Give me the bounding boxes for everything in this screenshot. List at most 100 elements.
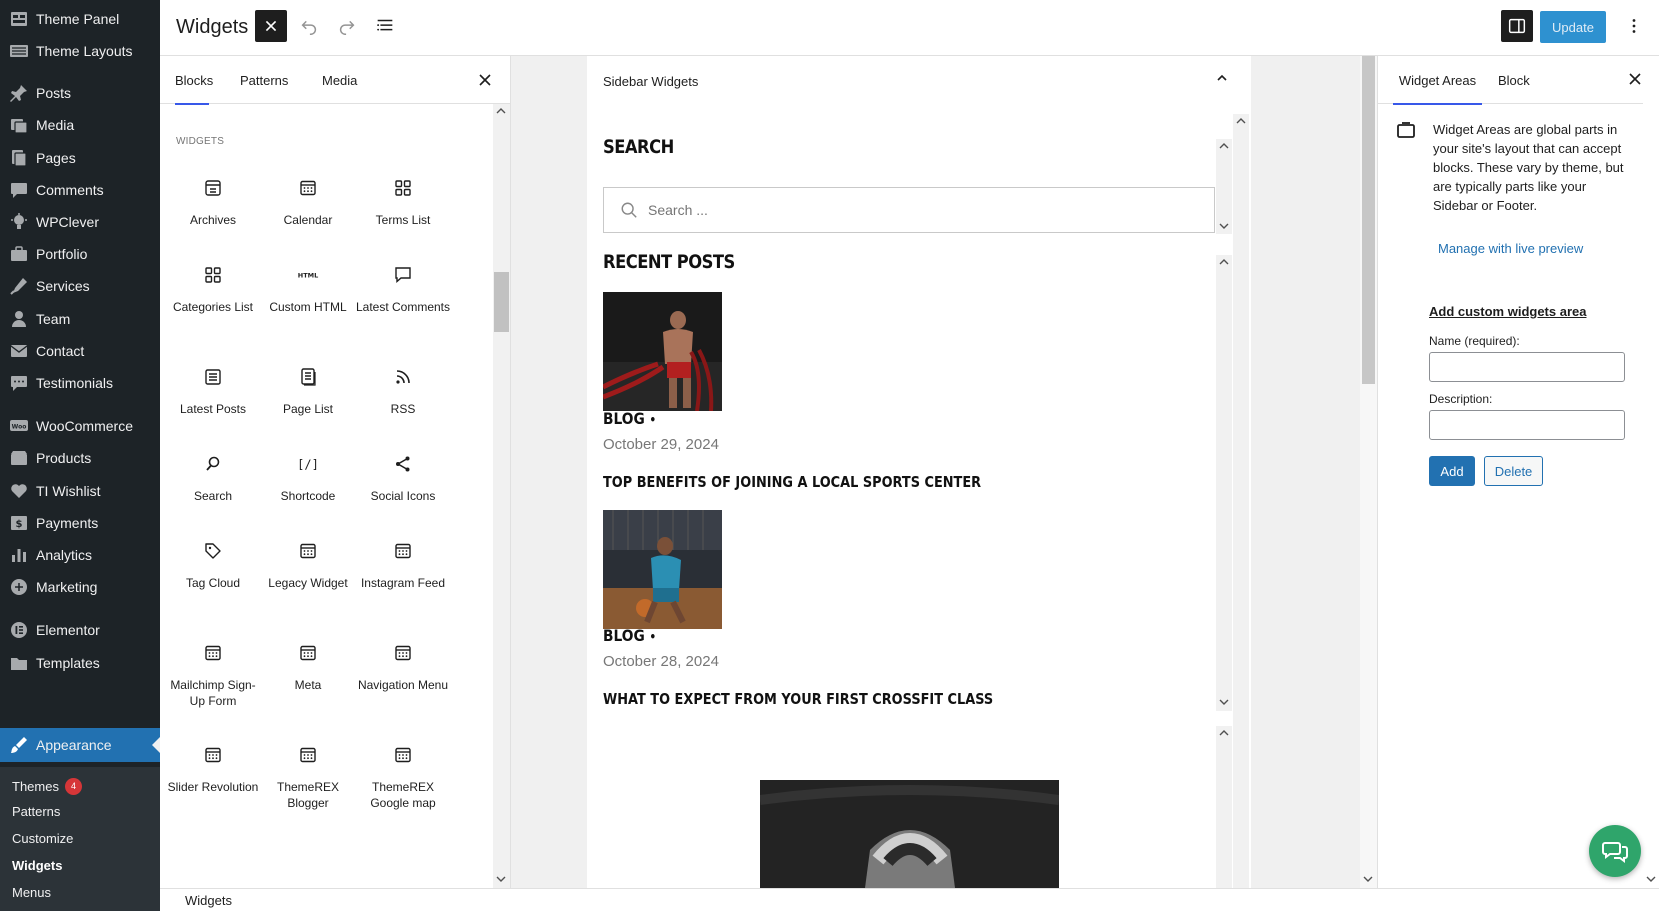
close-inserter-panel-button[interactable] <box>473 68 497 92</box>
archive-icon <box>201 176 225 200</box>
post-title[interactable]: TOP BENEFITS OF JOINING A LOCAL SPORTS C… <box>603 473 981 491</box>
post-category[interactable]: BLOG • <box>603 409 656 428</box>
block-label: Search <box>193 489 233 503</box>
menu-item-marketing[interactable]: Marketing <box>0 572 160 602</box>
close-inserter-button[interactable] <box>255 10 287 42</box>
block-latest-posts[interactable]: Latest Posts <box>163 357 263 443</box>
tab-patterns[interactable]: Patterns <box>240 56 288 104</box>
menu-item-analytics[interactable]: Analytics <box>0 540 160 570</box>
menu-item-posts[interactable]: Posts <box>0 78 160 108</box>
block-latest-comments[interactable]: Latest Comments <box>353 255 453 341</box>
menu-item-products[interactable]: Products <box>0 443 160 473</box>
block-archives[interactable]: Archives <box>163 168 263 254</box>
area-description-field[interactable] <box>1429 410 1625 440</box>
menu-item-elementor[interactable]: Elementor <box>0 615 160 645</box>
block-page-list[interactable]: Page List <box>258 357 358 443</box>
search-widget-box[interactable] <box>603 187 1215 233</box>
submenu-item-themes[interactable]: Themes 4 <box>12 778 82 795</box>
woocommerce-icon: Woo <box>0 416 36 436</box>
add-button[interactable]: Add <box>1429 456 1475 486</box>
menu-item-templates[interactable]: Templates <box>0 648 160 678</box>
menu-item-wpclever[interactable]: WPClever <box>0 207 160 237</box>
submenu-item-patterns[interactable]: Patterns <box>12 804 60 819</box>
block-themerex-google-map[interactable]: ThemeREX Google map <box>353 735 453 821</box>
submenu-item-customize[interactable]: Customize <box>12 831 73 846</box>
recent-posts-scrollbar[interactable] <box>1216 255 1232 711</box>
menu-item-ti-wishlist[interactable]: TI Wishlist <box>0 476 160 506</box>
scroll-up-arrow[interactable] <box>493 104 509 118</box>
menu-item-team[interactable]: Team <box>0 304 160 334</box>
menu-item-services[interactable]: Services <box>0 271 160 301</box>
block-custom-html[interactable]: HTML Custom HTML <box>258 255 358 341</box>
canvas-scrollbar[interactable] <box>1360 56 1377 888</box>
menu-item-appearance[interactable]: Appearance <box>0 728 160 762</box>
menu-item-theme-panel[interactable]: Theme Panel <box>0 4 160 34</box>
post-category[interactable]: BLOG • <box>603 626 656 645</box>
submenu-item-menus[interactable]: Menus <box>12 885 51 900</box>
menu-item-comments[interactable]: Comments <box>0 175 160 205</box>
block-rss[interactable]: RSS <box>353 357 453 443</box>
block-terms-list[interactable]: Terms List <box>353 168 453 254</box>
block-shortcode[interactable]: [/] Shortcode <box>258 444 358 530</box>
block-label: Terms List <box>375 213 431 227</box>
submenu-item-label: Patterns <box>12 804 61 819</box>
menu-item-portfolio[interactable]: Portfolio <box>0 239 160 269</box>
menu-item-label: Posts <box>36 85 72 101</box>
options-menu-button[interactable] <box>1618 10 1650 42</box>
list-view-button[interactable] <box>369 10 401 42</box>
inserter-scrollbar[interactable] <box>493 104 510 888</box>
search-input[interactable] <box>648 202 1168 218</box>
block-social-icons[interactable]: Social Icons <box>353 444 453 530</box>
menu-item-payments[interactable]: $ Payments <box>0 508 160 538</box>
comment-icon <box>391 263 415 287</box>
settings-toggle-button[interactable] <box>1501 10 1533 42</box>
manage-live-preview-link[interactable]: Manage with live preview <box>1438 241 1583 256</box>
admin-sidebar: Theme Panel Theme Layouts Posts Media Pages C… <box>0 0 160 911</box>
tab-widget-areas[interactable]: Widget Areas <box>1393 56 1482 105</box>
image-widget-scrollbar[interactable] <box>1216 726 1232 888</box>
svg-text:[/]: [/] <box>297 458 319 472</box>
canvas-scroll-thumb[interactable] <box>1362 56 1375 384</box>
block-instagram-feed[interactable]: Instagram Feed <box>353 531 453 617</box>
block-search[interactable]: Search <box>163 444 263 530</box>
chat-support-button[interactable] <box>1589 825 1641 877</box>
search-widget-scrollbar[interactable] <box>1216 139 1232 234</box>
menu-item-theme-layouts[interactable]: Theme Layouts <box>0 36 160 66</box>
block-meta[interactable]: Meta <box>258 633 358 719</box>
chat-bubbles-icon <box>1602 842 1628 863</box>
footer-breadcrumb[interactable]: Widgets <box>185 893 232 908</box>
block-categories-list[interactable]: Categories List <box>163 255 263 341</box>
post-thumbnail[interactable] <box>603 510 722 629</box>
submenu-item-label: Widgets <box>12 858 63 873</box>
tab-media[interactable]: Media <box>322 56 357 104</box>
tab-blocks[interactable]: Blocks <box>175 56 213 105</box>
post-title[interactable]: WHAT TO EXPECT FROM YOUR FIRST CROSSFIT … <box>603 690 993 708</box>
testimonials-icon <box>0 373 36 393</box>
submenu-item-widgets[interactable]: Widgets <box>12 858 62 873</box>
block-legacy-widget[interactable]: Legacy Widget <box>258 531 358 617</box>
menu-item-woocommerce[interactable]: Woo WooCommerce <box>0 411 160 441</box>
menu-item-testimonials[interactable]: Testimonials <box>0 368 160 398</box>
block-mailchimp-sign-up-form[interactable]: Mailchimp Sign-Up Form <box>163 633 263 719</box>
post-thumbnail[interactable] <box>603 292 722 411</box>
block-navigation-menu[interactable]: Navigation Menu <box>353 633 453 719</box>
undo-button[interactable] <box>293 10 325 42</box>
area-scrollbar[interactable] <box>1233 114 1249 888</box>
collapse-area-button[interactable] <box>1214 70 1230 91</box>
tab-block[interactable]: Block <box>1498 56 1530 104</box>
scroll-down-arrow[interactable] <box>493 872 509 886</box>
block-tag-cloud[interactable]: Tag Cloud <box>163 531 263 617</box>
menu-item-contact[interactable]: Contact <box>0 336 160 366</box>
basketball-player-image <box>603 510 722 629</box>
delete-button[interactable]: Delete <box>1484 456 1543 486</box>
block-slider-revolution[interactable]: Slider Revolution <box>163 735 263 821</box>
redo-button[interactable] <box>331 10 363 42</box>
area-name-field[interactable] <box>1429 352 1625 382</box>
block-calendar[interactable]: Calendar <box>258 168 358 254</box>
block-themerex-blogger[interactable]: ThemeREX Blogger <box>258 735 358 821</box>
scroll-thumb[interactable] <box>494 272 509 332</box>
settings-scrollbar[interactable] <box>1643 56 1659 888</box>
update-button[interactable]: Update <box>1540 11 1606 43</box>
menu-item-pages[interactable]: Pages <box>0 143 160 173</box>
menu-item-media[interactable]: Media <box>0 110 160 140</box>
